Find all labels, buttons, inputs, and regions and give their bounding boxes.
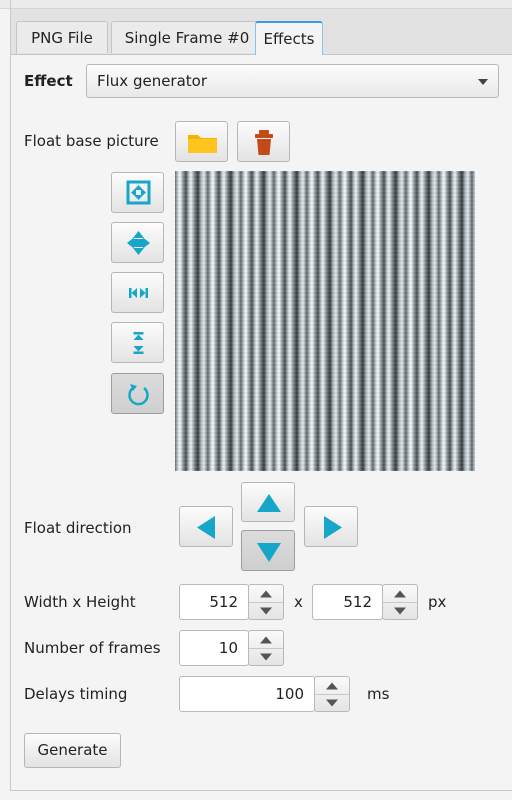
window-top-edge: [0, 0, 512, 9]
rotate-button[interactable]: [111, 373, 164, 414]
tab-png-file[interactable]: PNG File: [16, 21, 108, 53]
chevron-down-icon: [260, 607, 272, 614]
frames-input[interactable]: 10: [179, 630, 249, 666]
generate-button[interactable]: Generate: [24, 733, 121, 768]
folder-icon: [188, 135, 217, 153]
chevron-up-icon: [394, 590, 406, 597]
direction-left-button[interactable]: [179, 506, 233, 547]
fit-both-button[interactable]: [111, 222, 164, 263]
height-increment-button[interactable]: [383, 585, 417, 603]
width-increment-button[interactable]: [249, 585, 283, 603]
delay-label: Delays timing: [24, 685, 128, 703]
frames-decrement-button[interactable]: [249, 648, 283, 665]
tab-single-frame[interactable]: Single Frame #0: [111, 21, 263, 53]
size-separator: x: [294, 593, 303, 611]
arrow-down-icon: [257, 543, 281, 562]
effect-select-value: Flux generator: [97, 72, 208, 90]
size-unit: px: [428, 593, 447, 611]
fit-all-icon: [126, 180, 151, 205]
frames-increment-button[interactable]: [249, 631, 283, 649]
float-direction-label: Float direction: [24, 519, 132, 537]
direction-down-button[interactable]: [241, 530, 295, 571]
arrow-up-icon: [257, 494, 281, 512]
chevron-down-icon: [326, 699, 338, 706]
delay-input[interactable]: 100: [179, 676, 315, 712]
height-spinner: [382, 584, 418, 620]
chevron-up-icon: [326, 682, 338, 689]
fit-vertical-icon: [133, 332, 144, 354]
chevron-down-icon: [394, 607, 406, 614]
float-base-picture-label: Float base picture: [24, 132, 159, 150]
chevron-down-icon: [260, 653, 272, 660]
panel-border: [10, 0, 11, 790]
arrow-right-icon: [324, 516, 342, 539]
fit-both-icon: [127, 231, 150, 255]
trash-icon: [255, 130, 273, 155]
open-picture-button[interactable]: [175, 121, 228, 162]
tab-bar: PNG File Single Frame #0 Effects: [11, 9, 512, 55]
chevron-up-icon: [260, 636, 272, 643]
chevron-down-icon: [478, 79, 488, 85]
effect-label: Effect: [24, 72, 73, 90]
base-picture-preview: [175, 171, 475, 471]
fit-horizontal-button[interactable]: [111, 272, 164, 313]
delay-decrement-button[interactable]: [315, 694, 349, 711]
width-input[interactable]: 512: [179, 584, 249, 620]
chevron-up-icon: [260, 590, 272, 597]
fit-horizontal-icon: [129, 288, 148, 298]
fit-vertical-button[interactable]: [111, 322, 164, 363]
width-spinner: [248, 584, 284, 620]
fit-all-button[interactable]: [111, 172, 164, 213]
delete-picture-button[interactable]: [237, 121, 290, 162]
direction-up-button[interactable]: [241, 482, 295, 522]
delay-unit: ms: [367, 685, 390, 703]
size-label: Width x Height: [24, 593, 136, 611]
width-decrement-button[interactable]: [249, 602, 283, 619]
delay-increment-button[interactable]: [315, 677, 349, 695]
effect-select[interactable]: Flux generator: [86, 64, 499, 98]
delay-spinner: [314, 676, 350, 712]
frames-label: Number of frames: [24, 639, 161, 657]
tab-effects[interactable]: Effects: [255, 21, 323, 55]
frames-spinner: [248, 630, 284, 666]
rotate-icon: [128, 384, 149, 406]
height-input[interactable]: 512: [312, 584, 383, 620]
panel-border-bottom: [10, 790, 512, 791]
arrow-left-icon: [197, 516, 215, 539]
direction-right-button[interactable]: [304, 506, 358, 547]
height-decrement-button[interactable]: [383, 602, 417, 619]
